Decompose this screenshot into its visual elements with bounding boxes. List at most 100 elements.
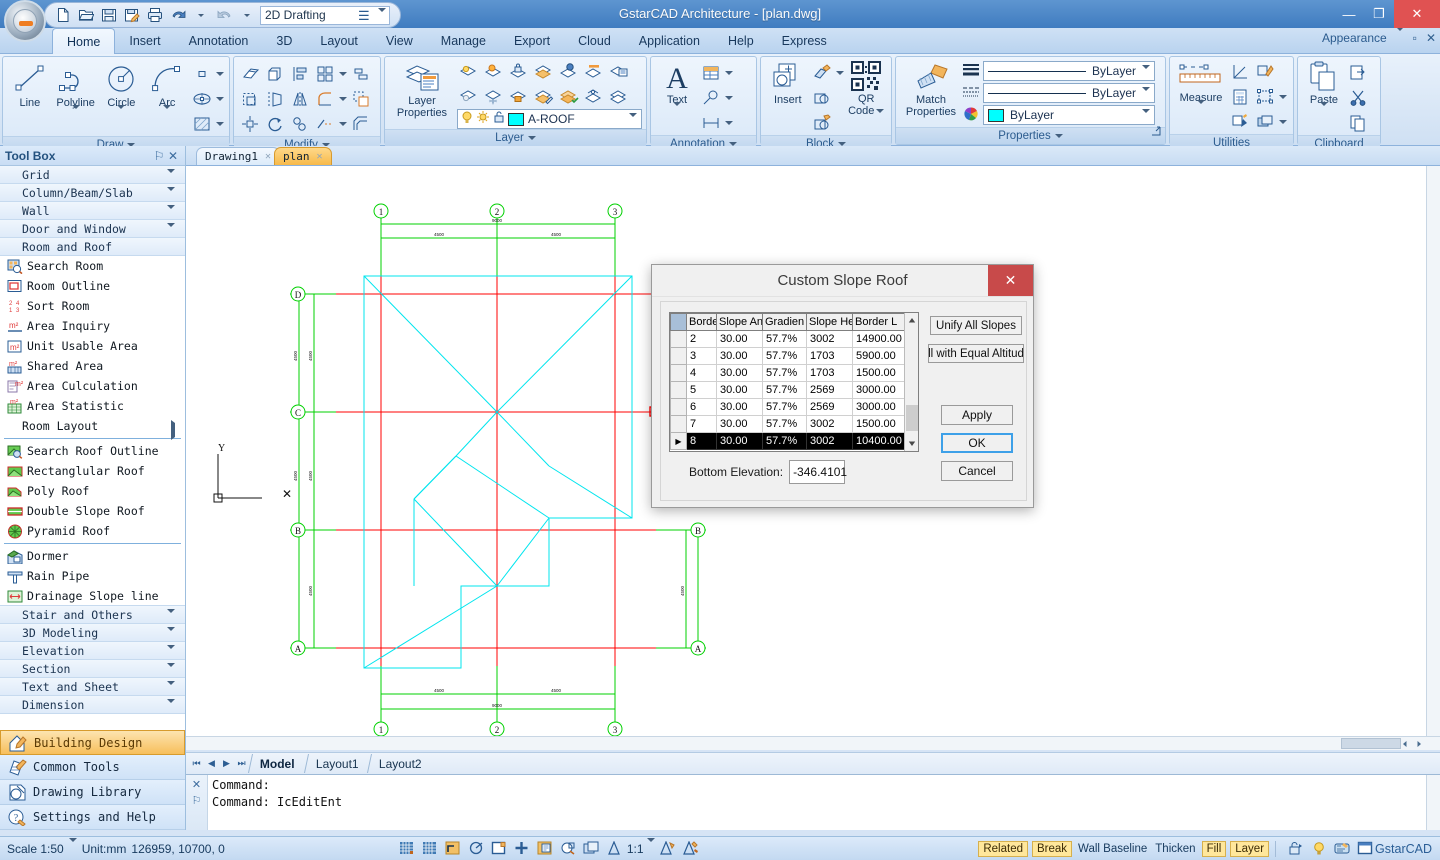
coordinate-icon[interactable] — [1228, 60, 1252, 84]
linetype-combo[interactable]: ByLayer — [983, 83, 1155, 105]
mirror-icon[interactable] — [288, 87, 312, 111]
next-layout-icon[interactable]: ▶ — [220, 755, 233, 773]
block-edit-icon[interactable] — [810, 61, 834, 85]
scroll-right-icon[interactable] — [1412, 737, 1426, 750]
group-3d-modeling[interactable]: 3D Modeling — [0, 623, 185, 645]
group-grid[interactable]: Grid — [0, 166, 185, 187]
layer-thaw-icon[interactable] — [482, 84, 506, 108]
quick-properties-icon[interactable] — [581, 839, 601, 858]
new-icon[interactable] — [53, 5, 73, 25]
lineweight-combo[interactable]: ByLayer — [983, 61, 1155, 83]
tool-sort-room[interactable]: 2413 Sort Room — [0, 296, 185, 316]
scale-chevron-icon[interactable] — [68, 837, 77, 856]
group-elevation[interactable]: Elevation — [0, 641, 185, 663]
qat-more-icon[interactable]: ☰ — [358, 8, 370, 24]
color-combo[interactable]: ByLayer — [983, 105, 1155, 127]
layer-iso-icon[interactable] — [532, 59, 556, 83]
command-window[interactable]: ✕ ⚐ Command: Command: IcEditEnt — [186, 774, 1440, 830]
group-dimension[interactable]: Dimension — [0, 695, 185, 717]
linetype-chevron-icon[interactable] — [1142, 87, 1150, 105]
clean-screen-icon[interactable] — [1332, 839, 1352, 858]
tab-help[interactable]: Help — [714, 28, 768, 54]
point-icon[interactable] — [1228, 110, 1252, 134]
layer-walk-icon[interactable] — [582, 84, 606, 108]
slope-table[interactable]: Borde Slope Ang Gradien Slope Hei Border… — [669, 312, 919, 452]
tool-area-inquiry[interactable]: m² Area Inquiry — [0, 316, 185, 336]
explode-icon[interactable] — [349, 87, 373, 111]
arc-chevron-icon[interactable] — [163, 105, 172, 121]
leader-icon[interactable] — [699, 86, 723, 110]
offset-icon[interactable] — [349, 62, 373, 86]
category-common-tools[interactable]: Common Tools — [0, 755, 185, 780]
group-icon[interactable] — [1253, 85, 1277, 109]
prev-layout-icon[interactable]: ◀ — [205, 755, 218, 773]
rectangle-chevron-icon[interactable] — [215, 62, 225, 86]
last-layout-icon[interactable]: ⏭ — [235, 755, 248, 773]
layer-bulb-icon[interactable] — [460, 110, 474, 128]
quick-select-icon[interactable] — [1253, 60, 1277, 84]
match-properties-button[interactable]: Match Properties — [900, 60, 962, 118]
fillet-chevron-icon[interactable] — [338, 87, 348, 111]
maximize-button[interactable]: ❐ — [1364, 0, 1394, 28]
annotation-scale-triangle-icon[interactable] — [604, 839, 624, 858]
panel-properties-chevron-icon[interactable] — [1054, 134, 1063, 138]
layer-properties-button[interactable]: Layer Properties — [389, 59, 455, 119]
qr-chevron-icon[interactable] — [876, 109, 885, 113]
extend-chevron-icon[interactable] — [338, 112, 348, 136]
polyline-chevron-icon[interactable] — [71, 105, 80, 121]
polar-icon[interactable] — [466, 839, 486, 858]
tag-break[interactable]: Break — [1031, 840, 1073, 857]
calculator-icon[interactable] — [1228, 85, 1252, 109]
circle-button[interactable]: Circle — [99, 60, 145, 121]
block-attribute-icon[interactable] — [810, 111, 834, 135]
lineweight-icon[interactable] — [558, 839, 578, 858]
move-icon[interactable] — [238, 112, 262, 136]
undo-icon[interactable] — [168, 5, 188, 25]
erase-icon[interactable] — [238, 62, 262, 86]
paste-button[interactable]: Paste — [1302, 59, 1346, 118]
copy-icon-clip[interactable] — [1346, 111, 1370, 135]
tab-express[interactable]: Express — [768, 28, 841, 54]
color-chevron-icon[interactable] — [1142, 109, 1150, 127]
tool-room-outline[interactable]: Room Outline — [0, 276, 185, 296]
group-wall[interactable]: Wall — [0, 201, 185, 223]
tool-dormer[interactable]: Dormer — [0, 546, 185, 566]
command-scrollbar[interactable] — [1426, 775, 1440, 830]
tab-home[interactable]: Home — [52, 28, 116, 54]
save-icon[interactable] — [99, 5, 119, 25]
properties-dialog-launcher-icon[interactable] — [1151, 126, 1162, 143]
close-icon[interactable]: ✕ — [317, 151, 323, 162]
tool-rain-pipe[interactable]: Rain Pipe — [0, 566, 185, 586]
layer-state-icon[interactable] — [607, 59, 631, 83]
block-define-icon[interactable] — [810, 86, 834, 110]
lock-icon[interactable] — [1286, 839, 1306, 858]
redo-dropdown-icon[interactable] — [237, 5, 257, 25]
unify-all-slopes-button[interactable]: Unify All Slopes — [930, 316, 1022, 335]
current-layer-combo[interactable]: A-ROOF — [457, 109, 642, 131]
pin-icon[interactable]: ⚐ — [152, 149, 166, 163]
layer-merge-icon[interactable] — [557, 84, 581, 108]
layer-lock-icon[interactable] — [507, 59, 531, 83]
document-tab-drawing1[interactable]: Drawing1 ✕ — [196, 147, 281, 165]
tab-cloud[interactable]: Cloud — [564, 28, 625, 54]
snap-icon[interactable] — [397, 839, 417, 858]
table-row-selected[interactable]: ▶ 8 30.00 57.7% 3002 10400.00 — [670, 432, 907, 450]
measure-chevron-icon[interactable] — [1197, 100, 1205, 116]
scroll-up-icon[interactable] — [905, 313, 918, 328]
lineweight-chevron-icon[interactable] — [1142, 65, 1150, 83]
group-column-beam-slab[interactable]: Column/Beam/Slab — [0, 183, 185, 205]
close-button[interactable]: ✕ — [1394, 0, 1440, 28]
tool-drainage-slope-line[interactable]: Drainage Slope line — [0, 586, 185, 606]
cut-icon[interactable] — [1346, 86, 1370, 110]
line-button[interactable]: Line — [7, 60, 53, 109]
annotation-scale-chevron-icon[interactable] — [646, 837, 655, 856]
category-building-design[interactable]: Building Design — [0, 730, 185, 755]
annotation-scale-value[interactable]: 1:1 — [627, 842, 644, 856]
scrollbar-thumb[interactable] — [1341, 738, 1401, 749]
tool-poly-roof[interactable]: Poly Roof — [0, 481, 185, 501]
category-drawing-library[interactable]: Drawing Library — [0, 780, 185, 805]
layout-tab-layout2[interactable]: Layout2 — [367, 754, 434, 773]
ortho-icon[interactable] — [443, 839, 463, 858]
grid-icon[interactable] — [420, 839, 440, 858]
layer-chevron-icon[interactable] — [629, 113, 637, 131]
